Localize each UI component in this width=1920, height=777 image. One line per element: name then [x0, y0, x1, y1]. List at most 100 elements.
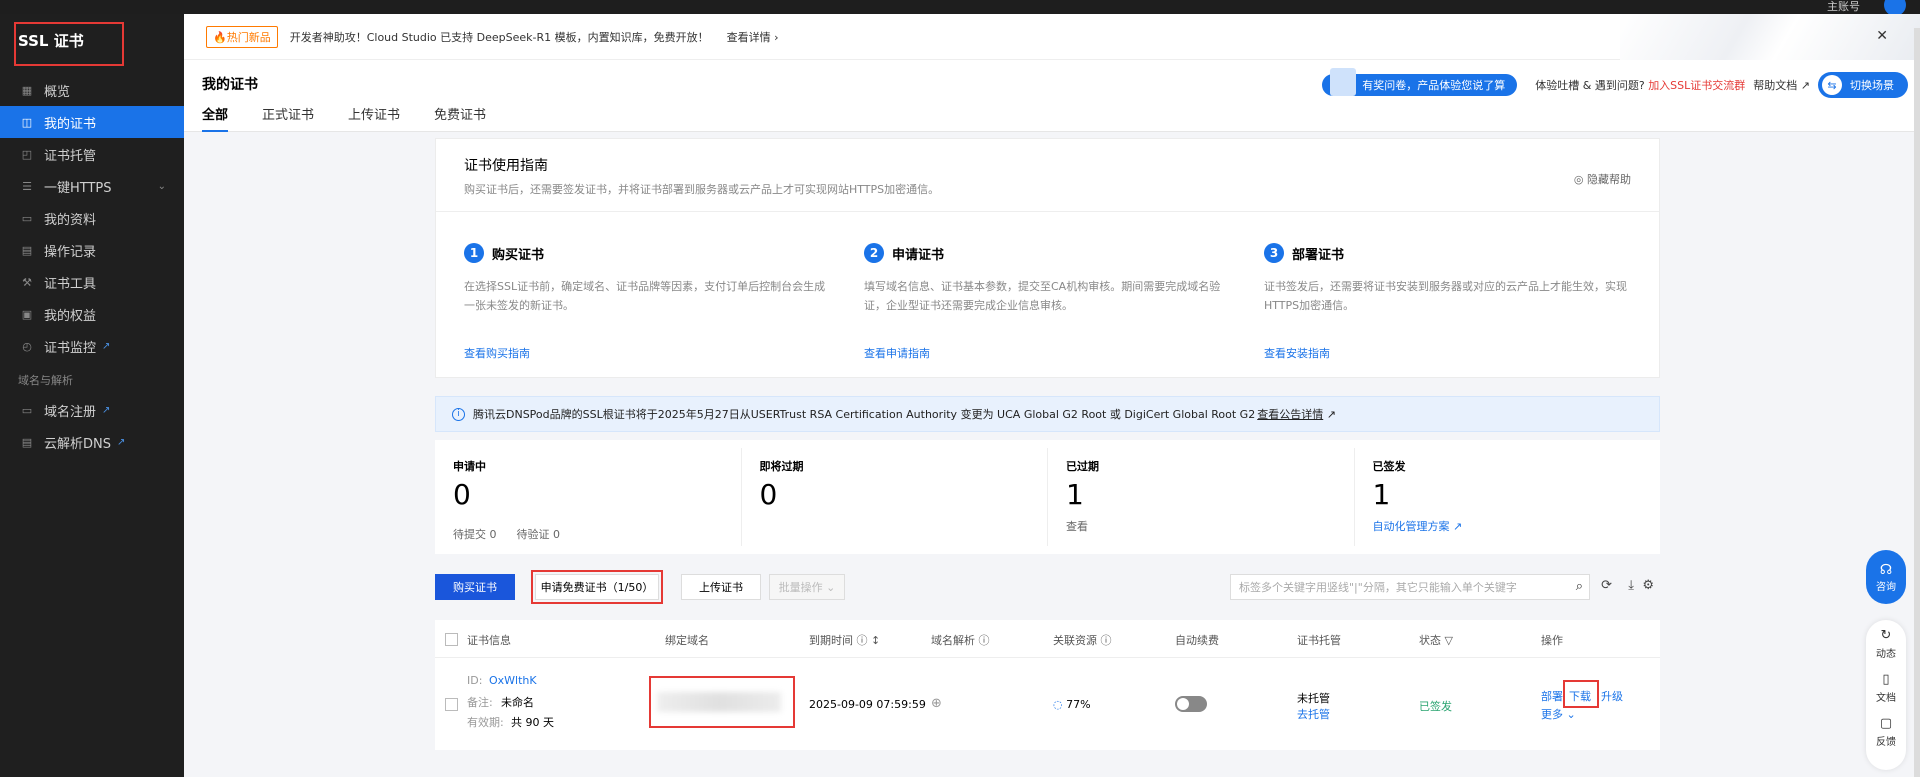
sidebar-item-cloud-dns[interactable]: ▤ 云解析DNS ↗ — [0, 426, 184, 458]
help-doc-link[interactable]: 帮助文档 ↗ — [1753, 77, 1810, 93]
pending-submit[interactable]: 待提交 0 — [453, 526, 497, 542]
step-apply: 2 申请证书 填写域名信息、证书基本参数，提交至CA机构审核。期间需要完成域名验证… — [864, 243, 1234, 360]
notice-link[interactable]: 查看公告详情 — [1257, 406, 1323, 422]
validity-value: 共 90 天 — [511, 716, 554, 729]
survey-label: 有奖问卷，产品体验您说了算 — [1362, 79, 1506, 92]
certificate-icon: ◫ — [21, 115, 33, 129]
notice-bar: i 腾讯云DNSPod品牌的SSL根证书将于2025年5月27日从USERTru… — [435, 396, 1660, 432]
search-icon[interactable]: ⌕ — [1576, 579, 1583, 594]
tab-free[interactable]: 免费证书 — [434, 104, 486, 132]
step-desc: 填写域名信息、证书基本参数，提交至CA机构审核。期间需要完成域名验证，企业型证书… — [864, 280, 1221, 312]
step-number: 1 — [464, 243, 484, 263]
hosting-status: 未托管 — [1297, 692, 1330, 705]
switch-scene-button[interactable]: ⇆ 切换场景 — [1818, 72, 1908, 98]
resource-progress: ◌ 77% — [1053, 698, 1091, 711]
tab-official[interactable]: 正式证书 — [262, 104, 314, 132]
buy-certificate-button[interactable]: 购买证书 — [435, 574, 515, 600]
step-link[interactable]: 查看购买指南 — [464, 345, 530, 361]
swap-icon: ⇆ — [1822, 75, 1842, 95]
hide-help-button[interactable]: ◎ 隐藏帮助 — [1574, 171, 1631, 187]
col-dns: 域名解析 ⓘ — [931, 634, 990, 647]
promo-banner: 🔥热门新品 开发者神助攻！Cloud Studio 已支持 DeepSeek-R… — [184, 14, 1920, 60]
more-actions-link[interactable]: 更多 ⌄ — [1541, 706, 1576, 722]
stat-issued: 已签发 1 自动化管理方案 ↗ — [1353, 448, 1661, 546]
sidebar-item-cert-tools[interactable]: ⚒ 证书工具 — [0, 266, 184, 298]
log-icon: ▤ — [21, 243, 33, 257]
guide-title: 证书使用指南 — [464, 158, 548, 174]
gear-icon[interactable]: ⚙ — [1642, 578, 1654, 593]
step-link[interactable]: 查看申请指南 — [864, 345, 930, 361]
gift-icon: ▣ — [21, 307, 33, 321]
col-expiry[interactable]: 到期时间 ⓘ ↕ — [809, 632, 880, 648]
remark-label: 备注: — [467, 696, 493, 709]
step-link[interactable]: 查看安装指南 — [1264, 345, 1330, 361]
upgrade-link[interactable]: 升级 — [1601, 688, 1623, 704]
consult-button[interactable]: ☊ 咨询 — [1866, 550, 1906, 604]
join-group-link[interactable]: 加入SSL证书交流群 — [1648, 79, 1745, 92]
certificate-table: 证书信息 绑定域名 到期时间 ⓘ ↕ 域名解析 ⓘ 关联资源 ⓘ 自动续费 证书… — [435, 620, 1660, 750]
tab-uploaded[interactable]: 上传证书 — [348, 104, 400, 132]
help-doc-label: 帮助文档 — [1753, 79, 1798, 92]
sidebar-item-cert-monitor[interactable]: ◴ 证书监控 ↗ — [0, 330, 184, 362]
scrollbar[interactable] — [1914, 28, 1920, 777]
status-badge: 已签发 — [1419, 700, 1452, 713]
view-link[interactable]: 查看 — [1066, 518, 1088, 534]
sidebar-item-hosting[interactable]: ◰ 证书托管 — [0, 138, 184, 170]
docs-button[interactable]: ▯ 文档 — [1876, 672, 1896, 704]
activity-icon: ↻ — [1880, 628, 1892, 643]
col-status[interactable]: 状态 ▽ — [1419, 632, 1453, 648]
list-icon: ☰ — [22, 179, 32, 193]
user-name[interactable]: 主账号 — [1827, 0, 1860, 14]
stat-footer: 查看 — [1066, 518, 1088, 534]
sidebar-item-domain-registration[interactable]: ▭ 域名注册 ↗ — [0, 394, 184, 426]
upload-certificate-button[interactable]: 上传证书 — [681, 574, 761, 600]
close-icon[interactable]: ✕ — [1876, 28, 1888, 44]
table-header: 证书信息 绑定域名 到期时间 ⓘ ↕ 域名解析 ⓘ 关联资源 ⓘ 自动续费 证书… — [435, 620, 1660, 658]
stat-value: 0 — [759, 478, 778, 511]
banner-more-link[interactable]: 查看详情 › — [727, 29, 779, 45]
step-buy: 1 购买证书 在选择SSL证书前，确定域名、证书品牌等因素，支付订单后控制台会生成… — [464, 243, 834, 360]
sidebar-item-label: 概览 — [44, 84, 71, 100]
tab-bar: 全部 正式证书 上传证书 免费证书 — [202, 104, 486, 132]
sidebar-item-label: 证书工具 — [44, 276, 97, 292]
tab-all[interactable]: 全部 — [202, 104, 229, 132]
sidebar-item-my-certificates[interactable]: ◫ 我的证书 — [0, 106, 184, 138]
refresh-icon[interactable]: ⟳ — [1601, 578, 1612, 593]
stat-expired: 已过期 1 查看 — [1047, 448, 1354, 546]
headset-icon: ☊ — [1879, 561, 1893, 578]
sidebar-item-my-benefits[interactable]: ▣ 我的权益 — [0, 298, 184, 330]
step-desc: 证书签发后，还需要将证书安装到服务器或对应的云产品上才能生效，实现HTTPS加密… — [1264, 280, 1627, 312]
guide-subtitle: 购买证书后，还需要签发证书，并将证书部署到服务器或云产品上才可实现网站HTTPS… — [464, 183, 940, 196]
survey-button[interactable]: 有奖问卷，产品体验您说了算 — [1322, 68, 1518, 96]
sidebar-item-my-profile[interactable]: ▭ 我的资料 — [0, 202, 184, 234]
search-input[interactable]: 标签多个关键字用竖线"|"分隔，其它只能输入单个关键字 ⌕ — [1230, 574, 1590, 600]
sidebar-item-operation-log[interactable]: ▤ 操作记录 — [0, 234, 184, 266]
sidebar-item-one-click-https[interactable]: ☰ 一键HTTPS ⌄ — [0, 170, 184, 202]
step-title: 购买证书 — [492, 247, 545, 263]
page-header: 我的证书 全部 正式证书 上传证书 免费证书 有奖问卷，产品体验您说了算 体验吐… — [184, 60, 1920, 132]
deploy-link[interactable]: 部署 — [1541, 688, 1563, 704]
auto-renew-toggle[interactable] — [1175, 696, 1207, 712]
start-hosting-link[interactable]: 去托管 — [1297, 706, 1330, 722]
select-all-checkbox[interactable] — [445, 633, 458, 646]
remark-value[interactable]: 未命名 — [501, 694, 534, 710]
activity-button[interactable]: ↻ 动态 — [1876, 628, 1896, 660]
sidebar-item-overview[interactable]: ▦ 概览 — [0, 74, 184, 106]
feedback-button[interactable]: ▢ 反馈 — [1876, 716, 1896, 748]
row-checkbox[interactable] — [445, 698, 458, 711]
sidebar-item-label: 一键HTTPS — [44, 180, 112, 196]
download-icon[interactable]: ⤓ — [1628, 578, 1634, 593]
domain-icon: ▭ — [21, 403, 33, 417]
stat-applying: 申请中 0 待提交 0 待验证 0 — [435, 440, 741, 554]
globe-icon[interactable]: ⊕ — [931, 696, 942, 711]
automation-link[interactable]: 自动化管理方案 ↗ — [1373, 518, 1463, 534]
top-strip: 主账号 — [0, 0, 1920, 16]
cert-id-link[interactable]: OxWlthK — [489, 674, 537, 687]
feedback-label: 反馈 — [1876, 737, 1896, 748]
content: 证书使用指南 购买证书后，还需要签发证书，并将证书部署到服务器或云产品上才可实现… — [435, 138, 1660, 750]
batch-operation-button[interactable]: 批量操作 ⌄ — [769, 574, 845, 600]
pending-verify[interactable]: 待验证 0 — [517, 526, 561, 542]
expiry-date: 2025-09-09 07:59:59 — [809, 698, 926, 711]
external-link-icon: ↗ — [102, 404, 111, 416]
folder-icon: ▭ — [21, 211, 33, 225]
